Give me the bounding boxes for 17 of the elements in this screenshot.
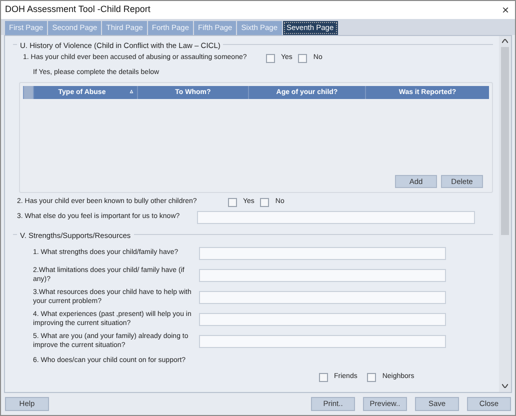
checkbox[interactable] — [260, 198, 270, 207]
text-field[interactable] — [199, 247, 446, 260]
close-button[interactable]: × — [500, 4, 511, 16]
text-field[interactable] — [199, 291, 446, 304]
scrollbar-thumb[interactable] — [501, 47, 509, 235]
text-field[interactable] — [199, 335, 446, 348]
checkbox[interactable] — [298, 54, 308, 63]
checkbox[interactable] — [319, 372, 328, 382]
window-title: DOH Assessment Tool -Child Report — [5, 3, 150, 16]
checkbox[interactable] — [228, 198, 237, 207]
text-field[interactable] — [197, 210, 475, 224]
checkbox[interactable] — [367, 372, 376, 382]
text-field[interactable] — [199, 313, 446, 326]
scrollbar[interactable] — [499, 36, 511, 392]
checkbox[interactable] — [266, 54, 275, 63]
grid-header[interactable] — [23, 86, 33, 99]
text-field[interactable] — [199, 269, 446, 282]
